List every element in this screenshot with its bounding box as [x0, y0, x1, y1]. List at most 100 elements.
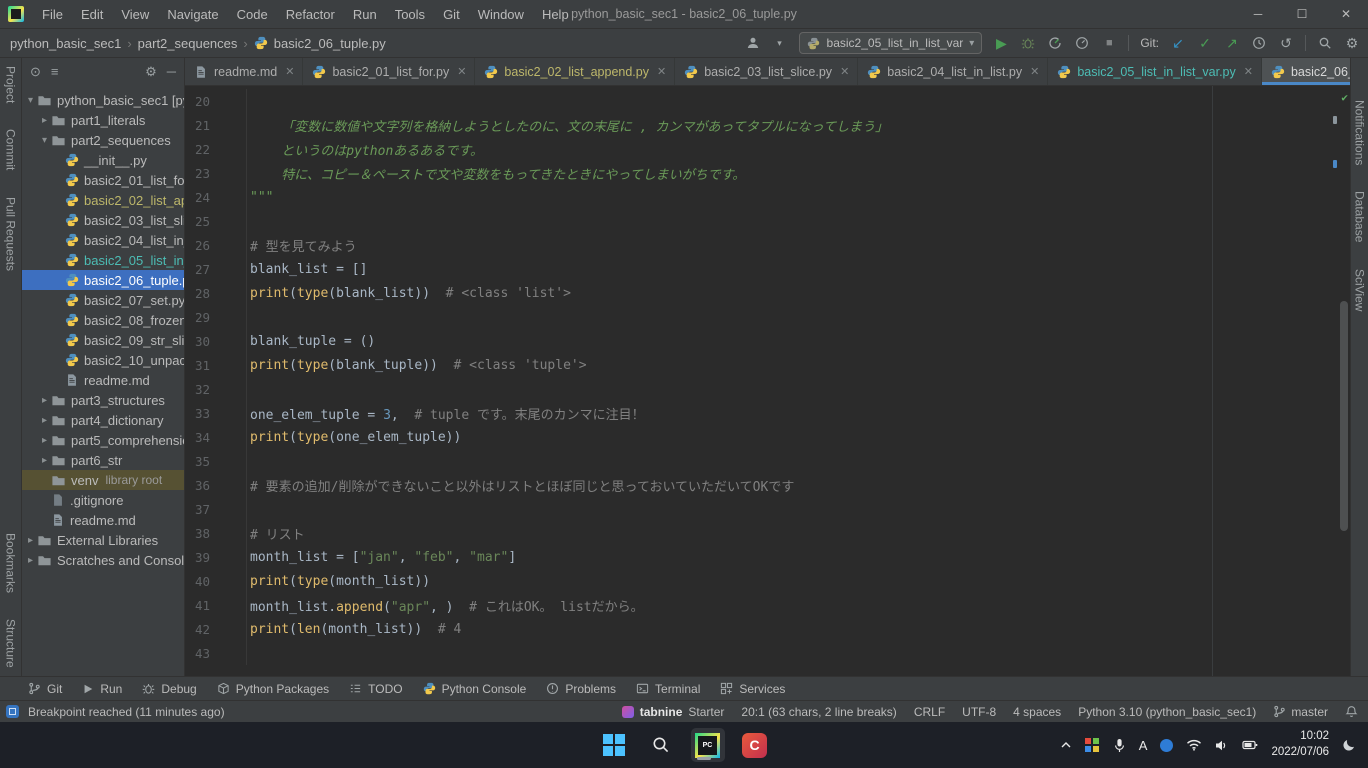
tree-item[interactable]: basic2_03_list_slice.py [22, 210, 184, 230]
menu-refactor[interactable]: Refactor [278, 4, 343, 25]
line-number[interactable]: 39 [185, 545, 247, 569]
tree-item[interactable]: basic2_08_frozen_set.p [22, 310, 184, 330]
tree-item[interactable]: ▸part4_dictionary [22, 410, 184, 430]
tab-close-icon[interactable]: ✕ [657, 65, 666, 78]
code-line[interactable]: 27blank_list = [] [185, 257, 1350, 281]
chevron-right-icon[interactable]: ▸ [38, 395, 51, 406]
tool-window-button-database[interactable]: Database [1353, 191, 1367, 242]
chevron-right-icon[interactable]: ▸ [24, 555, 37, 566]
status-widget-20-1-63-chars-2-line-breaks-[interactable]: 20:1 (63 chars, 2 line breaks) [741, 705, 896, 719]
line-number[interactable]: 35 [185, 449, 247, 473]
chevron-down-icon[interactable]: ▾ [24, 95, 37, 106]
taskbar-search-button[interactable] [644, 728, 678, 762]
status-widget-crlf[interactable]: CRLF [914, 705, 945, 719]
code-line[interactable]: 31print(type(blank_tuple)) # <class 'tup… [185, 353, 1350, 377]
code-line[interactable]: 21 「変数に数値や文字列を格納しようとしたのに、文の末尾に , カンマがあって… [185, 113, 1350, 137]
code-line[interactable]: 20 [185, 89, 1350, 113]
git-push-button[interactable]: ↗ [1224, 35, 1240, 51]
profiler-button[interactable] [1074, 35, 1090, 51]
menu-tools[interactable]: Tools [387, 4, 433, 25]
editor-tab[interactable]: basic2_02_list_append.py✕ [475, 58, 675, 85]
settings-gear-icon[interactable]: ⚙ [1344, 35, 1360, 51]
code-line[interactable]: 41month_list.append("apr", ) # これはOK。 li… [185, 593, 1350, 617]
error-stripe-mark[interactable] [1333, 160, 1337, 168]
line-number[interactable]: 28 [185, 281, 247, 305]
tool-window-button-sciview[interactable]: SciView [1353, 269, 1367, 311]
tree-item[interactable]: ▾python_basic_sec1 [python_b [22, 90, 184, 110]
code-line[interactable]: 25 [185, 209, 1350, 233]
wifi-icon[interactable] [1186, 739, 1202, 751]
taskbar-clipchamp-button[interactable]: C [738, 728, 772, 762]
tree-item[interactable]: ▸External Libraries [22, 530, 184, 550]
line-number[interactable]: 26 [185, 233, 247, 257]
run-configuration-select[interactable]: basic2_05_list_in_list_var ▾ [799, 32, 983, 54]
hide-panel-icon[interactable]: ─ [167, 64, 176, 79]
status-message[interactable]: Breakpoint reached (11 minutes ago) [28, 705, 225, 719]
minimize-button[interactable]: ─ [1236, 0, 1280, 28]
code-line[interactable]: 36# 要素の追加/削除ができないこと以外はリストとほぼ同じと思っておいていただ… [185, 473, 1350, 497]
tree-item[interactable]: venvlibrary root [22, 470, 184, 490]
code-line[interactable]: 24""" [185, 185, 1350, 209]
line-number[interactable]: 27 [185, 257, 247, 281]
code-line[interactable]: 37 [185, 497, 1350, 521]
tree-item[interactable]: ▸part6_str [22, 450, 184, 470]
tray-expand-chevron-icon[interactable] [1060, 739, 1072, 751]
code-line[interactable]: 40print(type(month_list)) [185, 569, 1350, 593]
code-line[interactable]: 38# リスト [185, 521, 1350, 545]
run-with-coverage-button[interactable] [1047, 35, 1063, 51]
stop-button[interactable]: ■ [1101, 35, 1117, 51]
line-number[interactable]: 21 [185, 113, 247, 137]
status-widget-master[interactable]: master [1273, 705, 1328, 719]
tree-item[interactable]: basic2_07_set.py [22, 290, 184, 310]
tool-window-button-debug[interactable]: Debug [142, 682, 196, 696]
line-number[interactable]: 43 [185, 641, 247, 665]
tree-item[interactable]: ▾part2_sequences [22, 130, 184, 150]
git-commit-button[interactable]: ✓ [1197, 35, 1213, 51]
line-number[interactable]: 34 [185, 425, 247, 449]
tool-window-button-pull-requests[interactable]: Pull Requests [4, 197, 18, 271]
line-number[interactable]: 25 [185, 209, 247, 233]
panel-settings-gear-icon[interactable]: ⚙ [145, 64, 157, 80]
focus-assist-moon-icon[interactable] [1342, 738, 1356, 752]
tree-item[interactable]: .gitignore [22, 490, 184, 510]
line-number[interactable]: 42 [185, 617, 247, 641]
tree-item[interactable]: ▸part5_comprehension [22, 430, 184, 450]
status-widget-utf-8[interactable]: UTF-8 [962, 705, 996, 719]
line-number[interactable]: 22 [185, 137, 247, 161]
tool-window-button-commit[interactable]: Commit [4, 129, 18, 170]
menu-run[interactable]: Run [345, 4, 385, 25]
tree-item[interactable]: ▸Scratches and Consoles [22, 550, 184, 570]
scrollbar-thumb[interactable] [1340, 301, 1348, 531]
run-button[interactable]: ▶ [993, 35, 1009, 51]
battery-icon[interactable] [1242, 740, 1258, 750]
search-everywhere-icon[interactable] [1317, 35, 1333, 51]
breadcrumb-item[interactable]: basic2_06_tuple.py [274, 36, 386, 51]
tool-window-quick-access-icon[interactable] [6, 705, 19, 718]
locate-file-icon[interactable]: ⊙ [30, 64, 41, 80]
editor[interactable]: 2021 「変数に数値や文字列を格納しようとしたのに、文の末尾に , カンマがあ… [185, 86, 1350, 676]
widgets-icon[interactable] [1085, 738, 1100, 753]
tree-item[interactable]: __init__.py [22, 150, 184, 170]
taskbar-clock[interactable]: 10:02 2022/07/06 [1271, 729, 1329, 760]
line-number[interactable]: 24 [185, 185, 247, 209]
code-line[interactable]: 42print(len(month_list)) # 4 [185, 617, 1350, 641]
menu-window[interactable]: Window [470, 4, 532, 25]
tool-window-button-python-packages[interactable]: Python Packages [217, 682, 329, 696]
editor-tab[interactable]: basic2_01_list_for.py✕ [303, 58, 475, 85]
line-number[interactable]: 31 [185, 353, 247, 377]
menu-navigate[interactable]: Navigate [159, 4, 226, 25]
tree-item[interactable]: ▸part1_literals [22, 110, 184, 130]
tree-item[interactable]: basic2_02_list_append. [22, 190, 184, 210]
tree-item[interactable]: readme.md [22, 370, 184, 390]
line-number[interactable]: 40 [185, 569, 247, 593]
notifications-bell-icon[interactable] [1345, 705, 1358, 718]
line-number[interactable]: 36 [185, 473, 247, 497]
line-number[interactable]: 37 [185, 497, 247, 521]
tool-window-button-terminal[interactable]: Terminal [636, 682, 700, 696]
tree-item[interactable]: basic2_05_list_in_list_v [22, 250, 184, 270]
tree-item[interactable]: basic2_09_str_slice.py [22, 330, 184, 350]
chevron-down-icon[interactable]: ▾ [38, 135, 51, 146]
code-line[interactable]: 23 特に、コピー＆ペーストで文や変数をもってきたときにやってしまいがちです。 [185, 161, 1350, 185]
menu-edit[interactable]: Edit [73, 4, 111, 25]
menu-code[interactable]: Code [229, 4, 276, 25]
